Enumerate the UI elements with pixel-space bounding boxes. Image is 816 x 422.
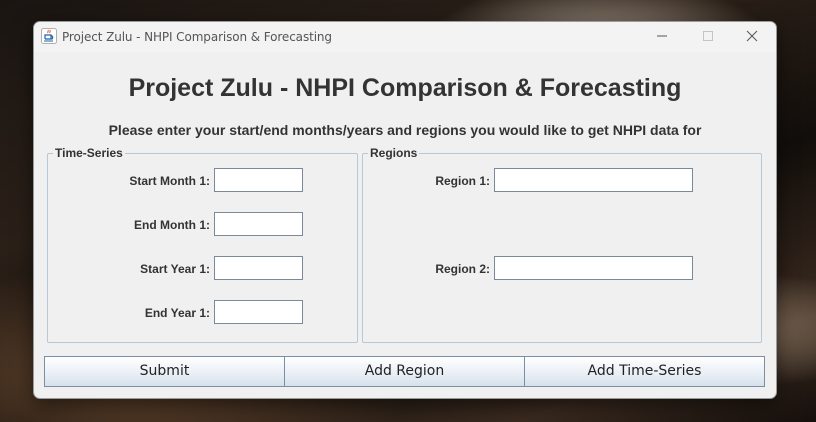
start-month-input[interactable] bbox=[214, 168, 303, 192]
region1-label: Region 1: bbox=[435, 174, 490, 188]
add-time-series-button[interactable]: Add Time-Series bbox=[524, 356, 765, 387]
start-year-label: Start Year 1: bbox=[140, 262, 210, 276]
title-bar[interactable]: Project Zulu - NHPI Comparison & Forecas… bbox=[34, 22, 776, 52]
start-year-input[interactable] bbox=[214, 256, 303, 280]
end-year-label: End Year 1: bbox=[144, 306, 210, 320]
end-year-input[interactable] bbox=[214, 300, 303, 324]
end-month-label: End Month 1: bbox=[134, 218, 210, 232]
page-title: Project Zulu - NHPI Comparison & Forecas… bbox=[128, 74, 682, 102]
java-icon bbox=[41, 28, 57, 44]
regions-panel: Regions Region 1: Region 2: bbox=[362, 146, 762, 343]
submit-button[interactable]: Submit bbox=[44, 356, 285, 387]
minimize-icon bbox=[657, 35, 667, 37]
time-series-legend: Time-Series bbox=[53, 146, 125, 160]
minimize-button[interactable] bbox=[640, 22, 686, 52]
maximize-icon bbox=[703, 31, 713, 41]
window-title: Project Zulu - NHPI Comparison & Forecas… bbox=[62, 30, 332, 44]
close-icon bbox=[746, 30, 758, 42]
app-window: Project Zulu - NHPI Comparison & Forecas… bbox=[33, 21, 777, 399]
close-button[interactable] bbox=[730, 22, 776, 52]
end-month-input[interactable] bbox=[214, 212, 303, 236]
button-bar: Submit Add Region Add Time-Series bbox=[44, 356, 765, 387]
region2-label: Region 2: bbox=[435, 262, 490, 276]
maximize-button[interactable] bbox=[686, 22, 732, 52]
region2-input[interactable] bbox=[494, 256, 693, 280]
add-region-button[interactable]: Add Region bbox=[284, 356, 525, 387]
regions-legend: Regions bbox=[368, 146, 420, 160]
instructions-text: Please enter your start/end months/years… bbox=[108, 122, 702, 138]
time-series-panel: Time-Series Start Month 1: End Month 1: … bbox=[47, 146, 358, 343]
region1-input[interactable] bbox=[494, 168, 693, 192]
start-month-label: Start Month 1: bbox=[129, 174, 210, 188]
